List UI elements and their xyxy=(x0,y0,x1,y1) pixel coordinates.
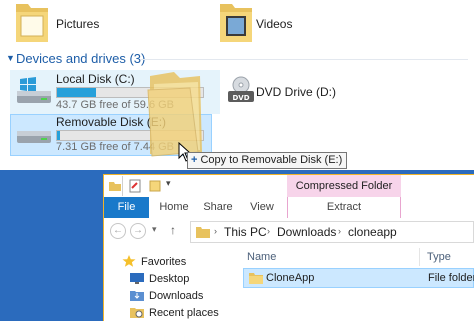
dvd-drive-icon: DVD xyxy=(228,76,254,102)
back-button[interactable]: ← xyxy=(110,223,126,239)
nav-label: Favorites xyxy=(141,256,187,268)
removable-drive-icon xyxy=(17,131,51,143)
nav-favorites[interactable]: Favorites xyxy=(122,255,186,271)
tab-share[interactable]: Share xyxy=(198,197,238,218)
nav-downloads[interactable]: Downloads xyxy=(130,289,203,305)
breadcrumb-separator-icon[interactable]: › xyxy=(267,226,270,236)
breadcrumb-this-pc[interactable]: This PC xyxy=(224,225,267,239)
properties-icon[interactable] xyxy=(128,179,142,193)
nav-desktop[interactable]: Desktop xyxy=(130,272,189,288)
tab-view[interactable]: View xyxy=(244,197,280,218)
drive-tile-d[interactable]: DVD DVD Drive (D:) xyxy=(222,70,336,112)
column-header-name[interactable]: Name xyxy=(247,248,276,266)
up-arrow-icon[interactable]: ↑ xyxy=(170,223,176,237)
folder-icon xyxy=(249,273,263,284)
breadcrumb-cloneapp[interactable]: cloneapp xyxy=(348,225,397,239)
desktop-icon xyxy=(130,273,144,284)
library-pictures[interactable]: Pictures xyxy=(6,0,156,48)
explorer-window: ▾ Compressed Folder Tools File Home Shar… xyxy=(103,174,474,321)
new-folder-icon[interactable] xyxy=(148,179,162,193)
folder-icon xyxy=(109,182,121,191)
tab-file[interactable]: File xyxy=(104,197,149,218)
pictures-folder-icon xyxy=(16,4,48,42)
forward-button[interactable]: → xyxy=(130,223,146,239)
breadcrumb-downloads[interactable]: Downloads xyxy=(277,225,336,239)
svg-text:DVD: DVD xyxy=(232,94,249,102)
group-title: Devices and drives (3) xyxy=(16,51,146,66)
plus-icon: + xyxy=(191,154,198,166)
recent-locations-icon[interactable]: ▾ xyxy=(152,224,157,235)
library-videos[interactable]: Videos xyxy=(210,0,360,48)
drive-usage-fill xyxy=(57,88,97,97)
nav-label: Desktop xyxy=(149,273,190,285)
breadcrumb-separator-icon[interactable]: › xyxy=(338,226,341,236)
group-divider xyxy=(140,59,468,60)
tab-extract[interactable]: Extract xyxy=(287,197,401,218)
folder-icon xyxy=(196,227,210,238)
table-row[interactable]: CloneApp File folder xyxy=(243,268,474,288)
breadcrumb-separator-icon[interactable]: › xyxy=(214,226,217,236)
address-bar[interactable]: › This PC › Downloads › cloneapp xyxy=(190,221,474,243)
videos-folder-icon xyxy=(220,4,252,42)
qat-customize-icon[interactable]: ▾ xyxy=(166,178,171,189)
title-bar: ▾ Compressed Folder Tools xyxy=(104,175,474,214)
file-list: Name Type CloneApp File folder xyxy=(241,246,474,321)
column-divider[interactable] xyxy=(419,248,420,266)
drive-usage-fill xyxy=(57,131,60,140)
windows-drive-icon xyxy=(17,77,51,103)
drag-tooltip-text: Copy to Removable Disk (E:) xyxy=(200,154,343,166)
column-header-type[interactable]: Type xyxy=(427,248,451,266)
address-row: ← → ▾ ↑ › This PC › Downloads › cloneapp xyxy=(104,218,474,246)
chevron-down-icon: ▼ xyxy=(6,53,15,63)
nav-label: Downloads xyxy=(149,290,204,302)
library-label: Videos xyxy=(256,17,293,31)
downloads-folder-icon xyxy=(130,291,144,301)
library-label: Pictures xyxy=(56,17,100,31)
ribbon-tabs: File Home Share View Extract xyxy=(104,197,474,219)
recent-places-icon xyxy=(130,308,144,318)
nav-recent-places[interactable]: Recent places xyxy=(130,306,219,321)
row-name: CloneApp xyxy=(266,272,315,284)
devices-group-header[interactable]: ▼ Devices and drives (3) xyxy=(6,50,468,68)
navigation-pane: Favorites Desktop Downloads Recent place… xyxy=(104,246,240,321)
nav-label: Recent places xyxy=(149,307,219,319)
row-type: File folder xyxy=(428,272,474,284)
star-icon xyxy=(122,255,136,267)
qat-divider xyxy=(122,176,123,196)
drive-name: Local Disk (C:) xyxy=(56,72,135,86)
tab-home[interactable]: Home xyxy=(154,197,194,218)
drive-name: DVD Drive (D:) xyxy=(256,85,336,99)
drag-tooltip: + Copy to Removable Disk (E:) xyxy=(187,152,348,169)
contextual-tab-header: Compressed Folder Tools xyxy=(287,175,401,214)
